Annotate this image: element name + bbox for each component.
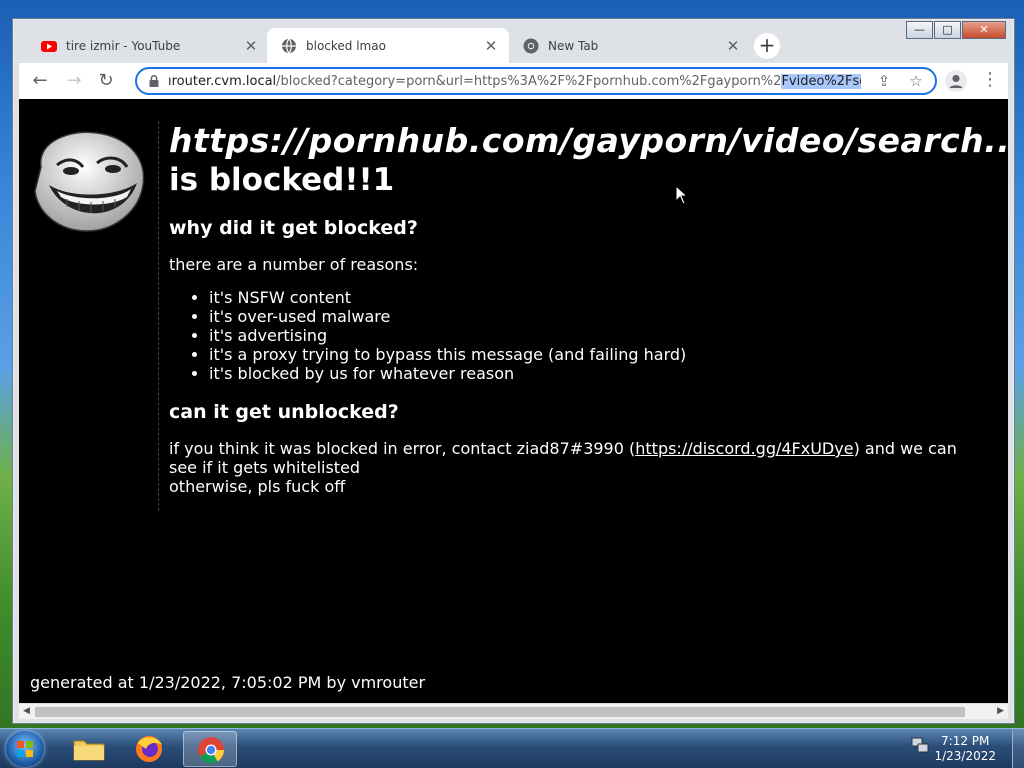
menu-kebab-icon[interactable]: ⋮ <box>981 69 999 91</box>
otherwise-text: otherwise, pls fuck off <box>169 477 346 496</box>
window-controls: — □ ✕ <box>905 21 1006 39</box>
list-item: it's over-used malware <box>209 307 1008 326</box>
unblock-heading: can it get unblocked? <box>169 401 399 423</box>
forward-arrow-icon[interactable]: → <box>63 70 85 92</box>
tab-blocked[interactable]: blocked lmao ✕ <box>267 28 509 63</box>
clock-date: 1/23/2022 <box>934 749 996 763</box>
browser-window: tire izmir - YouTube ✕ blocked lmao ✕ Ne… <box>12 18 1015 724</box>
globe-icon <box>282 38 296 53</box>
contact-text: if you think it was blocked in error, co… <box>169 439 989 477</box>
firefox-icon <box>136 736 162 762</box>
tab-title: blocked lmao <box>306 38 386 53</box>
troll-face-image <box>34 131 145 232</box>
contact-prefix: if you think it was blocked in error, co… <box>169 439 636 458</box>
taskbar-chrome[interactable] <box>183 731 237 767</box>
url-selected-text: Fvideo%2Fsearch.... <box>781 73 861 89</box>
why-heading: why did it get blocked? <box>169 217 418 239</box>
clock-time: 7:12 PM <box>941 734 990 748</box>
tab-close-icon[interactable]: ✕ <box>243 37 259 55</box>
url-host: ırouter.cvm.local <box>168 73 277 89</box>
tab-new-tab[interactable]: New Tab ✕ <box>509 28 751 63</box>
tab-youtube[interactable]: tire izmir - YouTube ✕ <box>27 28 269 63</box>
list-item: it's advertising <box>209 326 1008 345</box>
scrollbar-thumb[interactable] <box>35 707 965 717</box>
page-viewport: https://pornhub.com/gayporn/video/search… <box>19 99 1008 703</box>
lock-icon[interactable] <box>147 74 161 88</box>
start-button[interactable] <box>6 731 44 767</box>
list-item: it's a proxy trying to bypass this messa… <box>209 345 1008 364</box>
profile-avatar-icon[interactable] <box>945 70 967 92</box>
url-path: /blocked?category=porn&url=https%3A%2F%2… <box>276 73 782 89</box>
scroll-right-arrow-icon[interactable]: ▶ <box>997 706 1004 716</box>
scroll-left-arrow-icon[interactable]: ◀ <box>23 706 30 716</box>
address-bar[interactable]: ırouter.cvm.local/blocked?category=porn&… <box>135 67 937 95</box>
divider <box>158 121 159 511</box>
tab-title: tire izmir - YouTube <box>66 38 181 53</box>
tab-close-icon[interactable]: ✕ <box>483 37 499 55</box>
tab-close-icon[interactable]: ✕ <box>725 37 741 55</box>
taskbar-firefox[interactable] <box>122 731 176 767</box>
discord-link[interactable]: https://discord.gg/4FxUDye <box>635 439 853 458</box>
blocked-suffix-heading: is blocked!!1 <box>169 162 395 198</box>
system-clock[interactable]: 7:12 PM 1/23/2022 <box>934 734 996 764</box>
network-icon[interactable] <box>910 735 930 755</box>
reasons-intro: there are a number of reasons: <box>169 255 419 274</box>
mouse-cursor-icon <box>675 185 689 205</box>
reload-icon[interactable]: ↻ <box>95 70 117 92</box>
reasons-list: it's NSFW content it's over-used malware… <box>209 288 1008 383</box>
address-url[interactable]: ırouter.cvm.local/blocked?category=porn&… <box>168 73 861 89</box>
tab-title: New Tab <box>548 38 599 53</box>
list-item: it's NSFW content <box>209 288 1008 307</box>
browser-toolbar: ← → ↻ ırouter.cvm.local/blocked?category… <box>19 63 1008 99</box>
folder-icon <box>73 740 105 761</box>
page-footer: generated at 1/23/2022, 7:05:02 PM by vm… <box>30 673 426 692</box>
taskbar-explorer[interactable] <box>62 731 116 767</box>
horizontal-scrollbar[interactable]: ◀ ▶ <box>19 703 1008 719</box>
chrome-icon <box>523 38 539 53</box>
bookmark-star-icon[interactable]: ☆ <box>907 72 925 90</box>
new-tab-button[interactable]: + <box>754 33 780 59</box>
windows-logo-icon <box>17 741 33 757</box>
list-item: it's blocked by us for whatever reason <box>209 364 1008 383</box>
blocked-message: https://pornhub.com/gayporn/video/search… <box>169 121 1008 496</box>
youtube-icon <box>41 40 57 52</box>
chrome-icon <box>198 737 225 764</box>
share-icon[interactable]: ⇪ <box>875 72 893 90</box>
back-arrow-icon[interactable]: ← <box>29 70 51 92</box>
show-desktop-button[interactable] <box>1012 729 1024 768</box>
close-window-button[interactable]: ✕ <box>962 21 1006 39</box>
minimize-button[interactable]: — <box>906 21 933 39</box>
tab-strip: tire izmir - YouTube ✕ blocked lmao ✕ Ne… <box>13 19 1014 63</box>
maximize-button[interactable]: □ <box>934 21 961 39</box>
blocked-url-heading: https://pornhub.com/gayporn/video/search… <box>169 121 1008 160</box>
taskbar: 7:12 PM 1/23/2022 <box>0 728 1024 768</box>
